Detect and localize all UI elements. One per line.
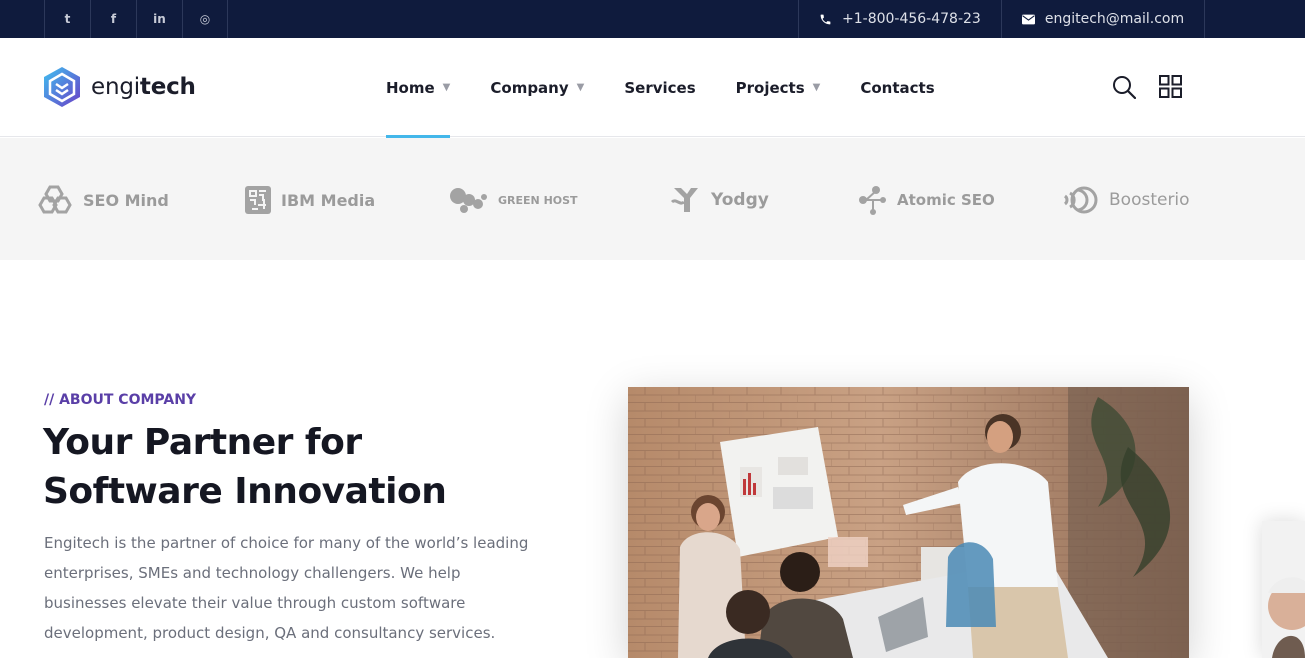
twitter-icon[interactable]: t — [44, 0, 90, 38]
side-testimonial-card — [1262, 521, 1305, 658]
section-tagline: // ABOUT COMPANY — [44, 392, 197, 408]
linkedin-icon[interactable]: in — [136, 0, 182, 38]
section-heading: Your Partner for Software Innovation — [43, 418, 563, 516]
nodes-logo-icon — [859, 186, 886, 215]
nav-item-label: Projects — [735, 78, 805, 97]
partner-ibm-media[interactable]: IBM Media — [244, 182, 375, 218]
logo-cube-icon — [44, 67, 80, 107]
y-logo-icon — [670, 188, 698, 212]
partner-seo-mind[interactable]: SEO Mind — [38, 182, 169, 218]
logo-text: engitech — [91, 74, 196, 100]
nav-item-projects[interactable]: Projects ▼ — [736, 38, 821, 137]
partner-yodgy[interactable]: Yodgy — [670, 182, 769, 218]
section-description: Engitech is the partner of choice for ma… — [44, 534, 529, 642]
team-meeting-photo — [628, 387, 1189, 658]
logo-text-prefix: engi — [91, 74, 140, 100]
chevron-down-icon: ▼ — [442, 82, 451, 93]
nav-item-label: Services — [624, 78, 696, 97]
hexagon-logo-icon — [38, 185, 72, 214]
partner-name: SEO Mind — [83, 190, 169, 210]
phone-number: +1-800-456-478-23 — [842, 11, 981, 27]
partner-atomic-seo[interactable]: Atomic SEO — [858, 182, 995, 218]
nav-item-contacts[interactable]: Contacts — [860, 38, 934, 137]
waves-logo-icon — [1064, 186, 1098, 214]
chevron-down-icon: ▼ — [576, 82, 585, 93]
email-address: engitech@mail.com — [1044, 11, 1185, 27]
nav-item-company[interactable]: Company ▼ — [490, 38, 584, 137]
main-nav: Home ▼ Company ▼ Services Projects ▼ Con… — [386, 38, 975, 138]
grid-menu-icon[interactable] — [1159, 75, 1182, 98]
partner-logos: SEO Mind IBM Media GREEN HOST Yodgy Atom… — [0, 138, 1305, 260]
search-icon[interactable] — [1112, 75, 1136, 99]
partner-name: Boosterio — [1109, 190, 1190, 210]
envelope-icon — [1021, 14, 1035, 24]
chevron-down-icon: ▼ — [812, 82, 821, 93]
circuit-logo-icon — [245, 186, 271, 214]
partner-boosterio[interactable]: Boosterio — [1064, 182, 1190, 218]
phone-icon — [820, 14, 831, 24]
partner-name: Atomic SEO — [897, 191, 995, 209]
phone-link[interactable]: +1-800-456-478-23 — [798, 0, 1001, 38]
logo[interactable]: engitech — [43, 66, 196, 108]
main-header: engitech Home ▼ Company ▼ Services Proje… — [0, 38, 1305, 138]
partner-name: Yodgy — [711, 190, 769, 210]
facebook-icon[interactable]: f — [90, 0, 136, 38]
partner-name: IBM Media — [281, 190, 376, 210]
nav-item-label: Company — [490, 78, 569, 97]
heading-line-1: Your Partner for — [43, 422, 362, 463]
partner-name: GREEN HOST — [498, 193, 578, 207]
splash-logo-icon — [450, 188, 487, 213]
logo-text-suffix: tech — [139, 74, 196, 100]
avatar-photo-illustration — [1262, 521, 1305, 658]
social-links: t f in ◎ — [44, 0, 228, 38]
nav-item-label: Contacts — [860, 78, 935, 97]
top-bar: t f in ◎ +1-800-456-478-23 engitech@mail… — [0, 0, 1305, 38]
contact-info: +1-800-456-478-23 engitech@mail.com — [798, 0, 1206, 38]
nav-item-services[interactable]: Services — [624, 38, 695, 137]
email-link[interactable]: engitech@mail.com — [1000, 0, 1206, 38]
heading-line-2: Software Innovation — [43, 471, 447, 512]
nav-item-home[interactable]: Home ▼ — [386, 38, 451, 138]
partner-green-host[interactable]: GREEN HOST — [449, 182, 578, 218]
office-photo-illustration — [628, 387, 1189, 658]
instagram-icon[interactable]: ◎ — [182, 0, 228, 38]
nav-item-label: Home — [386, 78, 435, 97]
